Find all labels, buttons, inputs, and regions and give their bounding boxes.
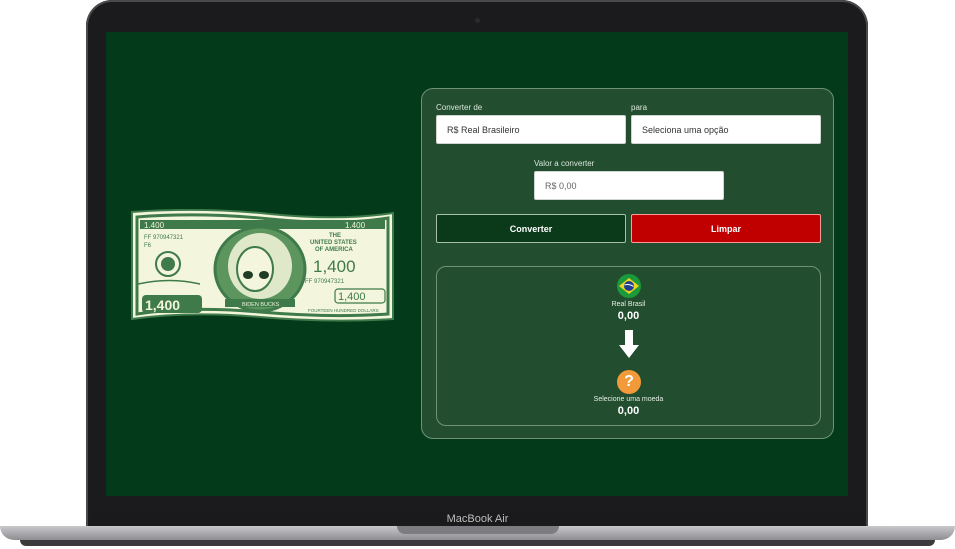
clear-button[interactable]: Limpar [631,214,821,243]
converter-panel: Converter de R$ Real Brasileiro para Sel… [421,88,834,439]
bill-denomination-left: 1.400 [144,221,165,230]
bill-name: BIDEN BUCKS [242,302,280,308]
bill-serial: FF 970947321 [144,235,184,241]
from-currency-select[interactable]: R$ Real Brasileiro [436,115,626,144]
bill-amount-right: 1,400 [338,291,366,303]
bill-country-line2: UNITED STATES [310,240,357,246]
bill-denomination-right: 1.400 [345,221,366,230]
from-label: Converter de [436,103,483,112]
unknown-currency-icon: ? [617,370,641,394]
bill-plate: F6 [144,243,152,249]
amount-input[interactable]: R$ 0,00 [534,171,724,200]
brazil-flag-icon [617,274,641,298]
from-amount-value: 0,00 [617,310,640,322]
laptop-model-label: MacBook Air [446,513,509,525]
amount-label: Valor a converter [534,159,595,168]
to-currency-name: Selecione uma moeda [593,396,664,403]
convert-button[interactable]: Converter [436,214,626,243]
bill-amount-center: 1,400 [313,257,356,276]
laptop-notch [397,526,559,534]
from-currency-name: Real Brasil [611,301,646,308]
app-screen: 1.400 1.400 FF 970947321 F6 1,400 BIDEN … [106,32,848,496]
to-label: para [631,103,648,112]
to-amount-value: 0,00 [617,405,640,417]
laptop-base-shadow [20,540,935,546]
bill-serial-right: FF 970947321 [305,279,345,285]
bill-amount-left: 1,400 [145,297,180,313]
bill-country-line1: THE [329,233,341,239]
bill-country-line3: OF AMERICA [315,247,353,253]
arrow-down-icon [619,330,639,358]
camera-icon [475,18,480,23]
result-box: Real Brasil 0,00 ? Selecione uma moeda 0… [436,266,821,426]
banknote-illustration: 1.400 1.400 FF 970947321 F6 1,400 BIDEN … [131,209,394,322]
bill-words: FOURTEEN HUNDRED DOLLARS [308,308,379,313]
to-currency-select[interactable]: Seleciona uma opção [631,115,821,144]
